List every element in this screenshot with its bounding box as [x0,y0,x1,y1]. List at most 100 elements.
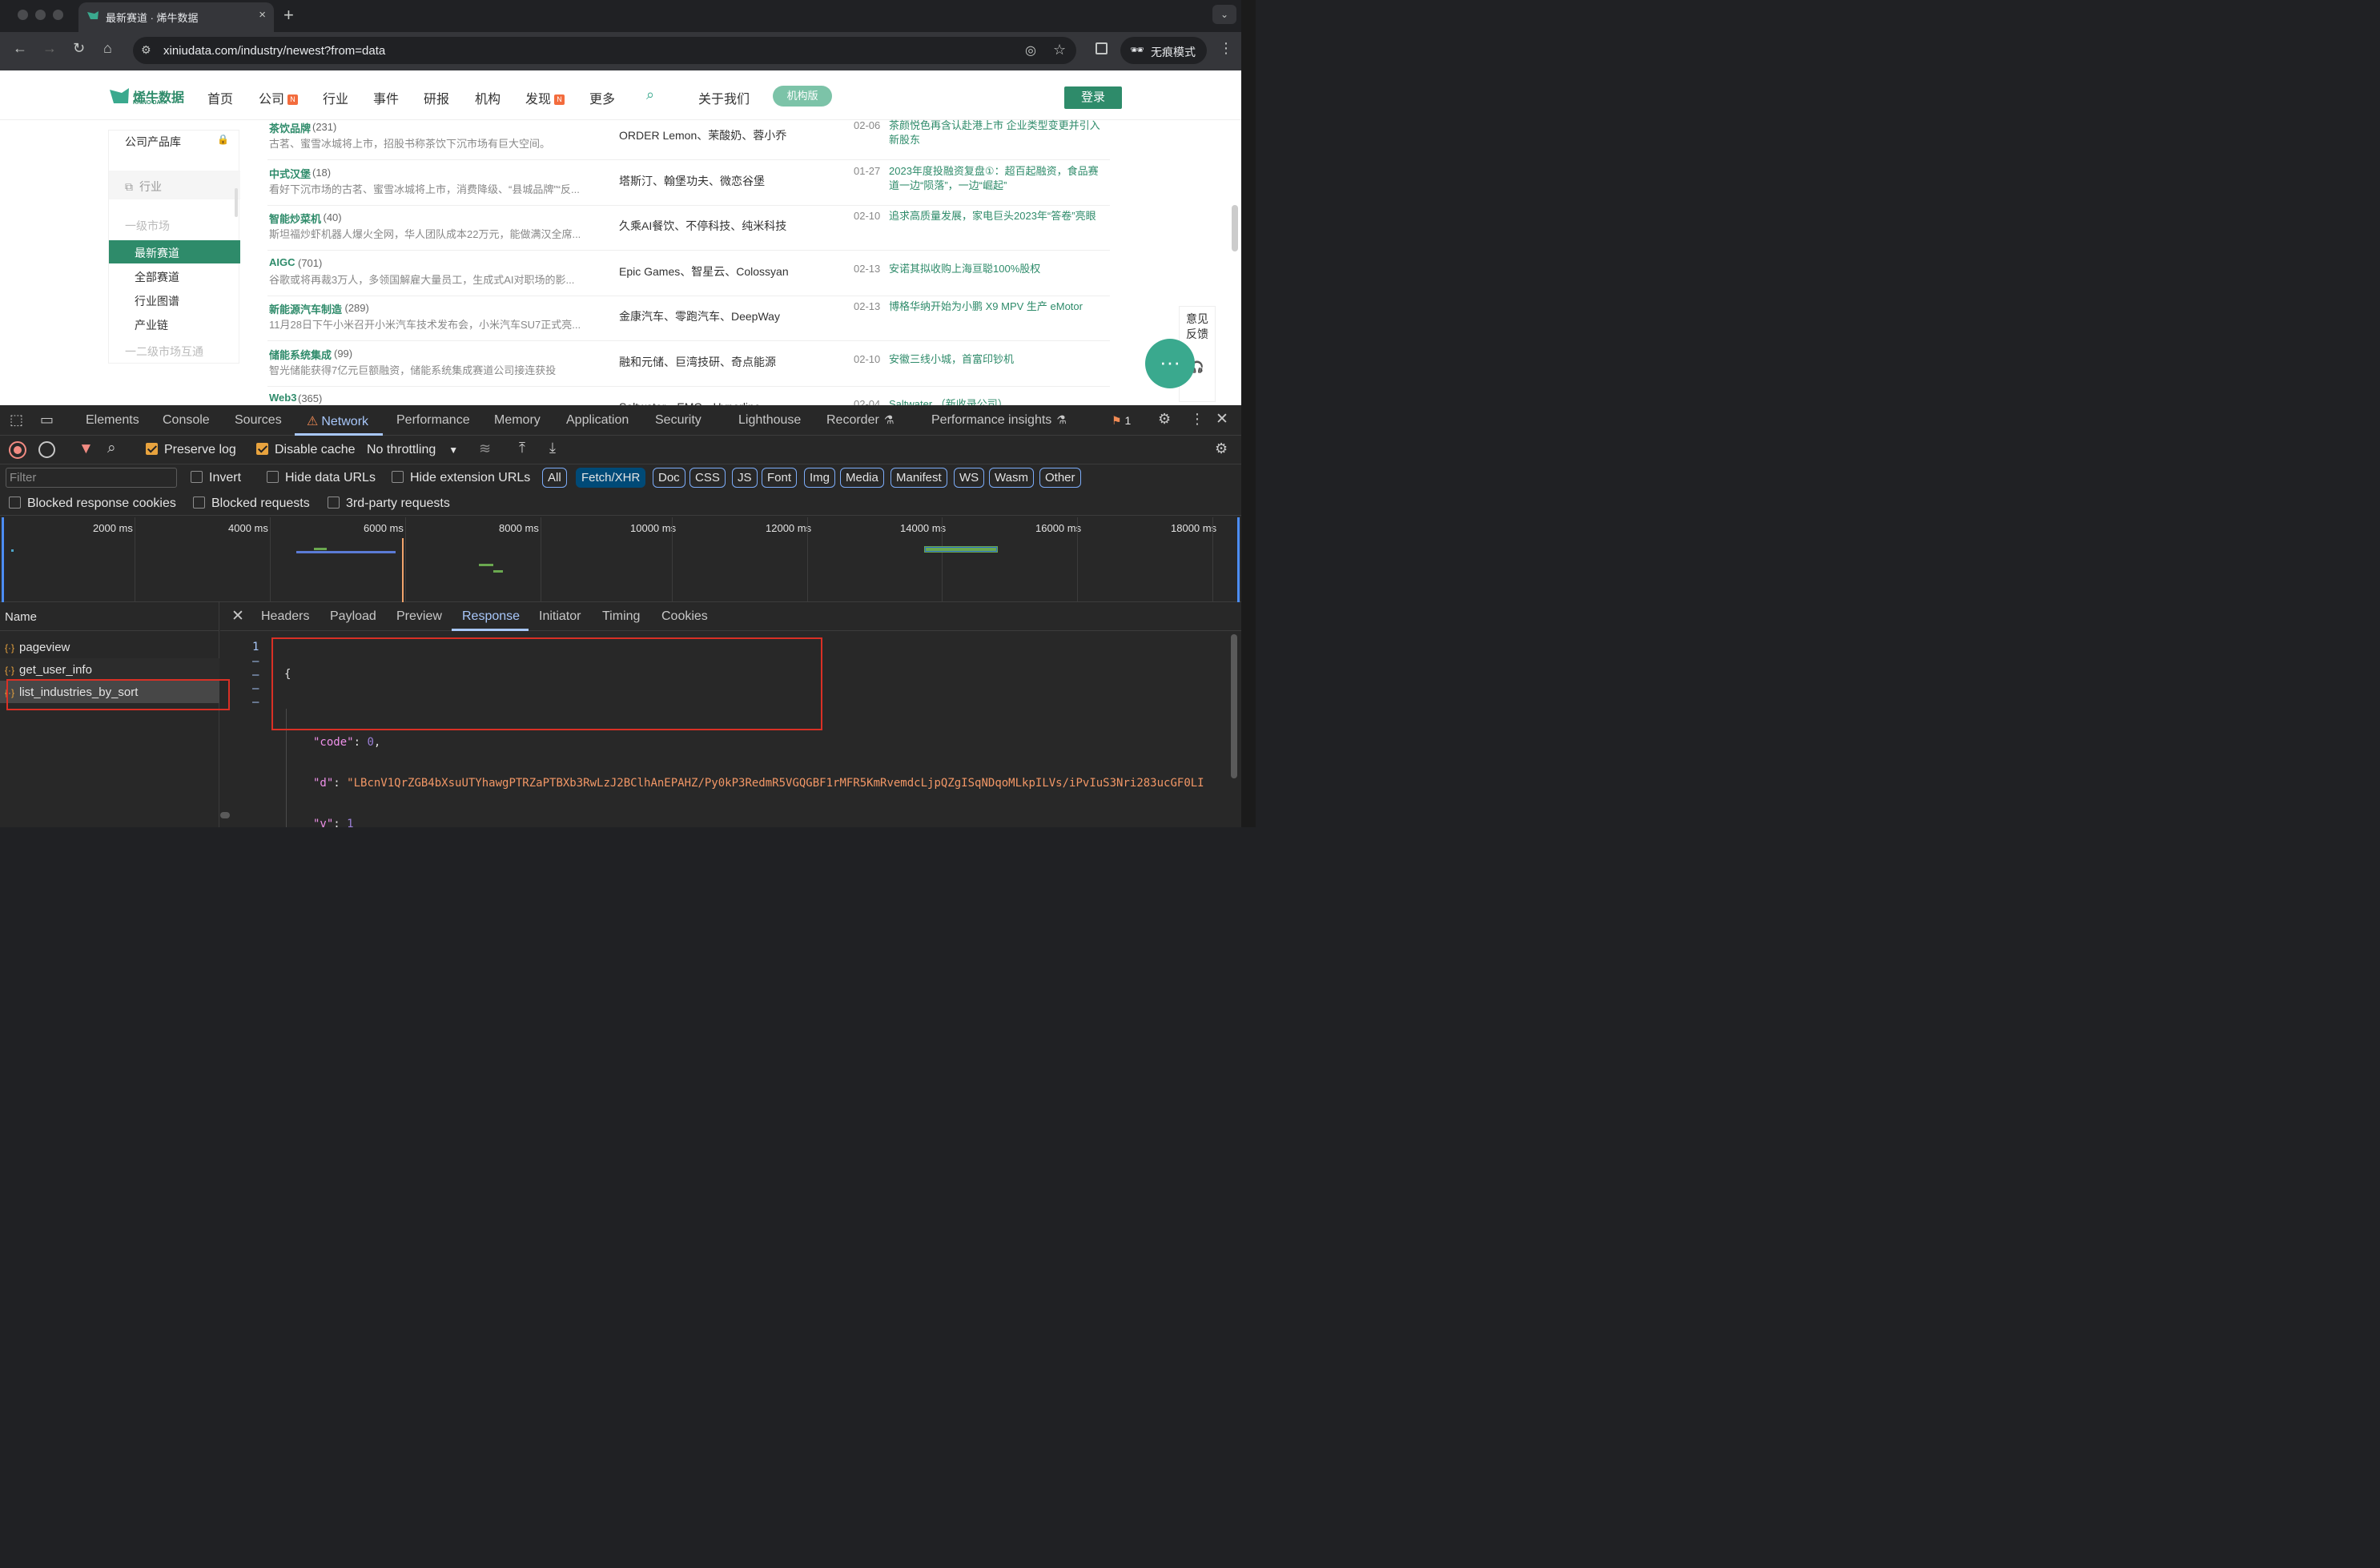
type-filter-wasm[interactable]: Wasm [989,468,1034,488]
browser-tab[interactable]: 最新赛道 · 烯牛数据 × [78,2,274,32]
devtools-tab-performance[interactable]: Performance [396,413,470,428]
nav-discover[interactable]: 发现 N [525,88,565,107]
export-har-icon[interactable]: ⤓ [549,440,556,456]
window-minimize-dot[interactable] [35,10,46,20]
sidebar-item-newest[interactable]: 最新赛道 [109,240,240,263]
sidebar-item-all[interactable]: 全部赛道 [135,269,231,285]
devtools-tab-application[interactable]: Application [566,413,629,428]
back-arrow-icon[interactable]: ← [13,40,27,57]
timeline-handle-right[interactable] [1237,517,1240,602]
detail-tab-headers[interactable]: Headers [261,609,309,624]
devtools-menu-icon[interactable]: ⋮ [1190,411,1204,428]
industry-companies[interactable]: Epic Games、智星云、Colossyan [619,263,789,279]
devtools-tab-performance-insights[interactable]: Performance insights ⚗ [931,413,1067,428]
nav-about[interactable]: 关于我们 [698,88,750,107]
side-panel-icon[interactable] [1096,42,1108,54]
type-filter-fetchxhr[interactable]: Fetch/XHR [576,468,646,488]
industry-name[interactable]: 中式汉堡 [269,166,311,181]
industry-row[interactable]: 新能源汽车制造 (289) 11月28日下午小米召开小米汽车技术发布会，小米汽车SU… [267,296,1110,341]
record-stop-icon[interactable] [9,441,26,459]
devtools-tab-lighthouse[interactable]: Lighthouse [738,413,801,428]
industry-row[interactable]: 储能系统集成 (99) 智光储能获得7亿元巨额融资，储能系统集成赛道公司接连获投 融和… [267,342,1110,387]
type-filter-js[interactable]: JS [732,468,758,488]
clear-log-icon[interactable] [38,441,55,458]
industry-row[interactable]: 中式汉堡 (18) 看好下沉市场的古茗、蜜雪冰城将上市，消费降级、“县城品牌”“反.… [267,161,1110,206]
type-filter-doc[interactable]: Doc [653,468,685,488]
nav-more[interactable]: 更多 [589,88,615,107]
type-filter-ws[interactable]: WS [954,468,985,488]
device-toolbar-icon[interactable]: ▭ [40,412,54,428]
filter-input[interactable]: Filter [6,468,177,488]
type-filter-other[interactable]: Other [1039,468,1081,488]
industry-row[interactable]: AIGC (701) 谷歌或将再裁3万人，多领国解雇大量员工，生成式AI对职场的影.… [267,251,1110,296]
sidebar-scrollbar[interactable] [235,188,238,217]
industry-name[interactable]: 储能系统集成 [269,347,332,362]
throttling-select[interactable]: No throttling ▼ [367,443,458,457]
industry-companies[interactable]: 塔斯汀、翰堡功夫、微恋谷堡 [619,173,765,189]
devtools-tab-sources[interactable]: Sources [235,413,282,428]
sidebar-item-map[interactable]: 行业图谱 [135,293,231,309]
name-column-header[interactable]: Name [0,602,219,631]
industry-row[interactable]: Web3(365) Saltwater、EMC、Hyperline 02-04 Sal… [267,387,1110,405]
industry-name[interactable]: AIGC [269,256,295,268]
bookmark-star-icon[interactable]: ☆ [1053,42,1066,58]
home-icon[interactable]: ⌂ [103,40,112,57]
reload-icon[interactable]: ↻ [73,40,85,57]
invert-checkbox[interactable]: Invert [191,471,241,485]
chat-bubble-icon[interactable]: ··· [1145,339,1195,388]
nav-industry[interactable]: 行业 [323,88,348,107]
sidebar-item-chain[interactable]: 产业链 [135,317,231,333]
incognito-button[interactable]: 🕶 无痕模式 [1120,37,1207,64]
disable-cache-checkbox[interactable]: Disable cache [256,443,356,457]
network-settings-icon[interactable]: ⚙ [1215,440,1228,457]
timeline-handle-left[interactable] [2,517,4,602]
sidebar-secondary-market[interactable]: 一二级市场互通 [125,344,256,360]
forward-arrow-icon[interactable]: → [42,40,57,57]
pro-version-button[interactable]: 机构版 [773,86,832,107]
detail-tab-cookies[interactable]: Cookies [661,609,708,624]
news-link[interactable]: 追求高质量发展，家电巨头2023年“答卷”亮眼 [889,209,1105,223]
nav-institutions[interactable]: 机构 [475,88,501,107]
window-close-dot[interactable] [18,10,28,20]
detail-tab-initiator[interactable]: Initiator [539,609,581,624]
industry-name[interactable]: Web3 [269,392,296,404]
blocked-cookies-checkbox[interactable]: Blocked response cookies [9,497,176,511]
industry-name[interactable]: 新能源汽车制造 [269,301,342,316]
network-conditions-icon[interactable]: ≋ [479,440,491,457]
close-detail-icon[interactable]: ✕ [231,607,244,625]
detail-tab-preview[interactable]: Preview [396,609,442,624]
industry-name[interactable]: 茶饮品牌 [269,120,311,135]
filter-funnel-icon[interactable]: ▼ [78,440,94,458]
browser-menu-icon[interactable]: ⋮ [1219,40,1233,57]
new-tab-button[interactable]: + [283,5,294,26]
search-icon[interactable]: ⌕ [107,440,116,457]
site-info-icon[interactable]: ⚙ [141,43,151,57]
devtools-tab-network[interactable]: ⚠ Network [307,413,368,429]
industry-name[interactable]: 智能炒菜机 [269,211,321,226]
news-link[interactable]: 安徽三线小城，首富印钞机 [889,352,1105,367]
news-link[interactable]: 安诺其拟收购上海亘聪100%股权 [889,262,1105,276]
request-row[interactable]: {·} pageview [5,641,70,654]
type-filter-media[interactable]: Media [840,468,884,488]
nav-events[interactable]: 事件 [373,88,399,107]
devtools-tab-memory[interactable]: Memory [494,413,541,428]
detail-tab-timing[interactable]: Timing [602,609,640,624]
blocked-requests-checkbox[interactable]: Blocked requests [193,497,310,511]
news-link[interactable]: 博格华纳开始为小鹏 X9 MPV 生产 eMotor [889,300,1105,314]
news-link[interactable]: 茶颜悦色再含认赴港上市 企业类型变更并引入新股东 [889,119,1105,147]
industry-companies[interactable]: 久乘AI餐饮、不停科技、纯米科技 [619,218,786,234]
response-scrollbar[interactable] [1231,634,1237,778]
search-icon[interactable]: ⌕ [646,86,654,103]
horizontal-scrollbar[interactable] [220,812,230,818]
devtools-settings-icon[interactable]: ⚙ [1158,411,1171,428]
login-button[interactable]: 登录 [1064,86,1122,109]
nav-home[interactable]: 首页 [207,88,233,107]
devtools-tab-elements[interactable]: Elements [86,413,139,428]
type-filter-all[interactable]: All [542,468,567,488]
devtools-close-icon[interactable]: ✕ [1216,410,1228,428]
request-row[interactable]: {·} get_user_info [5,663,92,677]
page-scrollbar[interactable] [1232,205,1238,251]
third-party-checkbox[interactable]: 3rd-party requests [328,497,450,511]
network-overview-timeline[interactable]: 2000 ms 4000 ms 6000 ms 8000 ms 10000 ms 1200… [0,517,1241,602]
tab-close-icon[interactable]: × [259,8,266,22]
